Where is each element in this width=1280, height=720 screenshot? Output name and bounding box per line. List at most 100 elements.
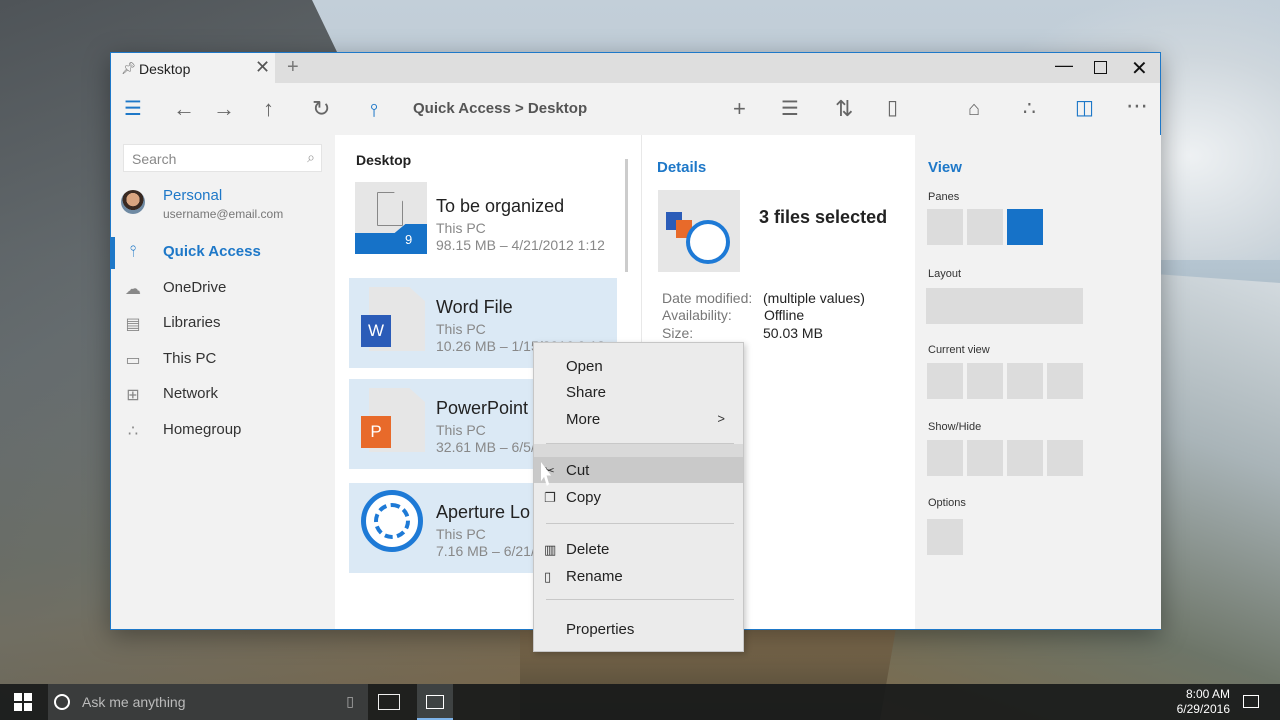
minimize-button[interactable]: — [1055,55,1073,76]
more-options-icon[interactable]: ⋯ [1126,95,1148,117]
menu-item-label: Copy [566,489,602,506]
view-pane: View Panes Layout Current view Show/Hide… [915,135,1161,629]
file-location: This PC [436,526,486,542]
show-hide-option[interactable] [1007,440,1043,476]
sidebar-item-label: Network [163,385,219,402]
trash-icon: ▥ [544,542,557,557]
account-item[interactable]: Personal username@email.com [121,187,321,223]
section-label: Show/Hide [928,421,982,433]
pane-option[interactable] [927,209,963,245]
folder-icon [426,695,444,709]
options-option[interactable] [927,519,963,555]
menu-item-properties[interactable]: Properties [534,616,743,642]
cortana-icon [54,694,70,710]
detail-value: (multiple values) [763,290,865,306]
select-list-icon[interactable]: ☰ [781,98,799,120]
copy-icon: ❐ [544,490,556,505]
show-hide-option[interactable] [927,440,963,476]
hamburger-menu-icon[interactable]: ☰ [124,98,142,120]
menu-item-label: More [566,411,601,428]
sidebar-item-onedrive[interactable]: ☁︎ OneDrive [111,271,335,307]
page-icon[interactable]: ▯ [887,97,898,119]
sort-icon[interactable]: ⇅ [835,98,853,120]
search-icon[interactable]: ⌕ [307,149,315,166]
view-title: View [928,159,962,176]
detail-label: Availability: [662,307,732,323]
aperture-thumbnail [355,488,427,560]
avatar [121,190,145,214]
close-window-button[interactable]: ✕ [1131,56,1148,81]
search-placeholder: Search [132,151,177,167]
menu-item-open[interactable]: Open [534,353,743,379]
share-icon[interactable]: ∴ [1023,98,1036,120]
menu-item-label: Delete [566,541,610,558]
close-tab-button[interactable]: ✕ [255,58,270,76]
home-icon[interactable]: ⌂ [968,98,980,120]
menu-item-delete[interactable]: ▥ Delete [534,536,743,562]
menu-item-copy[interactable]: ❐ Copy [534,484,743,510]
menu-item-share[interactable]: Share [534,379,743,405]
rename-icon: ▯ [544,569,552,584]
refresh-icon[interactable]: ↻ [312,98,330,120]
pane-layout-icon[interactable]: ◫ [1075,97,1094,119]
breadcrumb[interactable]: Quick Access > Desktop [413,100,587,117]
menu-item-more[interactable]: More > [534,406,743,432]
scrollbar[interactable] [625,159,628,272]
sidebar-item-label: This PC [163,349,217,367]
menu-item-cut[interactable]: ✂︎ Cut [534,457,743,483]
powerpoint-thumbnail: P [355,384,427,456]
sidebar-item-network[interactable]: ⊞ Network [111,377,335,413]
current-view-option[interactable] [1047,363,1083,399]
forward-arrow-icon[interactable]: → [213,98,235,120]
show-hide-option[interactable] [1047,440,1083,476]
toolbar: ☰ ← → ↑ ↻ ⫯ Quick Access > Desktop + ☰ ⇅… [111,83,1160,135]
sidebar-item-label: Libraries [163,314,221,331]
nav-list: ⫯ Quick Access ☁︎ OneDrive ▤ Libraries ▭… [111,235,335,448]
menu-item-label: Open [566,358,603,375]
menu-item-rename[interactable]: ▯ Rename [534,563,743,589]
detail-value: 50.03 MB [763,325,823,341]
new-tab-button[interactable]: + [287,57,299,77]
sidebar-item-homegroup[interactable]: ∴ Homegroup [111,413,335,449]
title-bar: 📌︎ Desktop ✕ + — ✕ [111,53,1160,83]
details-title: Details [657,159,707,176]
pin-icon: 📌︎ [121,61,137,75]
back-arrow-icon[interactable]: ← [173,98,195,120]
system-clock[interactable]: 8:00 AM 6/29/2016 [1160,687,1230,717]
sidebar: Search ⌕ Personal username@email.com ⫯ Q… [111,135,335,629]
pane-option-selected[interactable] [1007,209,1043,245]
new-item-icon[interactable]: + [733,98,746,120]
detail-label: Size: [662,325,694,341]
layout-option[interactable] [926,288,1083,324]
notification-icon[interactable] [1243,695,1259,708]
network-icon: ⊞ [126,387,140,404]
current-view-option[interactable] [967,363,1003,399]
pane-option[interactable] [967,209,1003,245]
file-location: This PC [436,321,486,337]
folder-thumbnail: 9 [355,182,427,254]
menu-item-label: Rename [566,568,623,585]
sidebar-item-label: OneDrive [163,278,227,296]
file-location: This PC [436,422,486,438]
section-label: Layout [928,268,962,280]
sidebar-item-this-pc[interactable]: ▭ This PC [111,342,335,378]
current-view-option[interactable] [927,363,963,399]
up-arrow-icon[interactable]: ↑ [263,98,274,120]
selection-thumbnail [658,190,740,272]
windows-start-icon[interactable] [14,693,32,711]
sidebar-item-libraries[interactable]: ▤ Libraries [111,306,335,342]
microphone-icon[interactable]: ▯ [346,693,354,710]
show-hide-option[interactable] [967,440,1003,476]
file-item-to-be-organized[interactable]: 9 To be organized This PC 98.15 MB – 4/2… [349,177,617,267]
maximize-button[interactable] [1094,61,1107,74]
search-input[interactable]: Search ⌕ [123,144,322,172]
file-name: Aperture Lo [436,502,531,522]
sidebar-item-quick-access[interactable]: ⫯ Quick Access [111,235,335,271]
pin-icon[interactable]: ⫯ [370,99,378,121]
cortana-search-box[interactable]: Ask me anything ▯ [48,684,368,720]
current-view-option[interactable] [1007,363,1043,399]
taskbar-file-explorer[interactable] [417,684,453,720]
menu-item-label: Share [566,384,607,401]
tab-desktop[interactable]: 📌︎ Desktop ✕ [111,53,275,83]
task-view-icon[interactable] [378,694,400,710]
